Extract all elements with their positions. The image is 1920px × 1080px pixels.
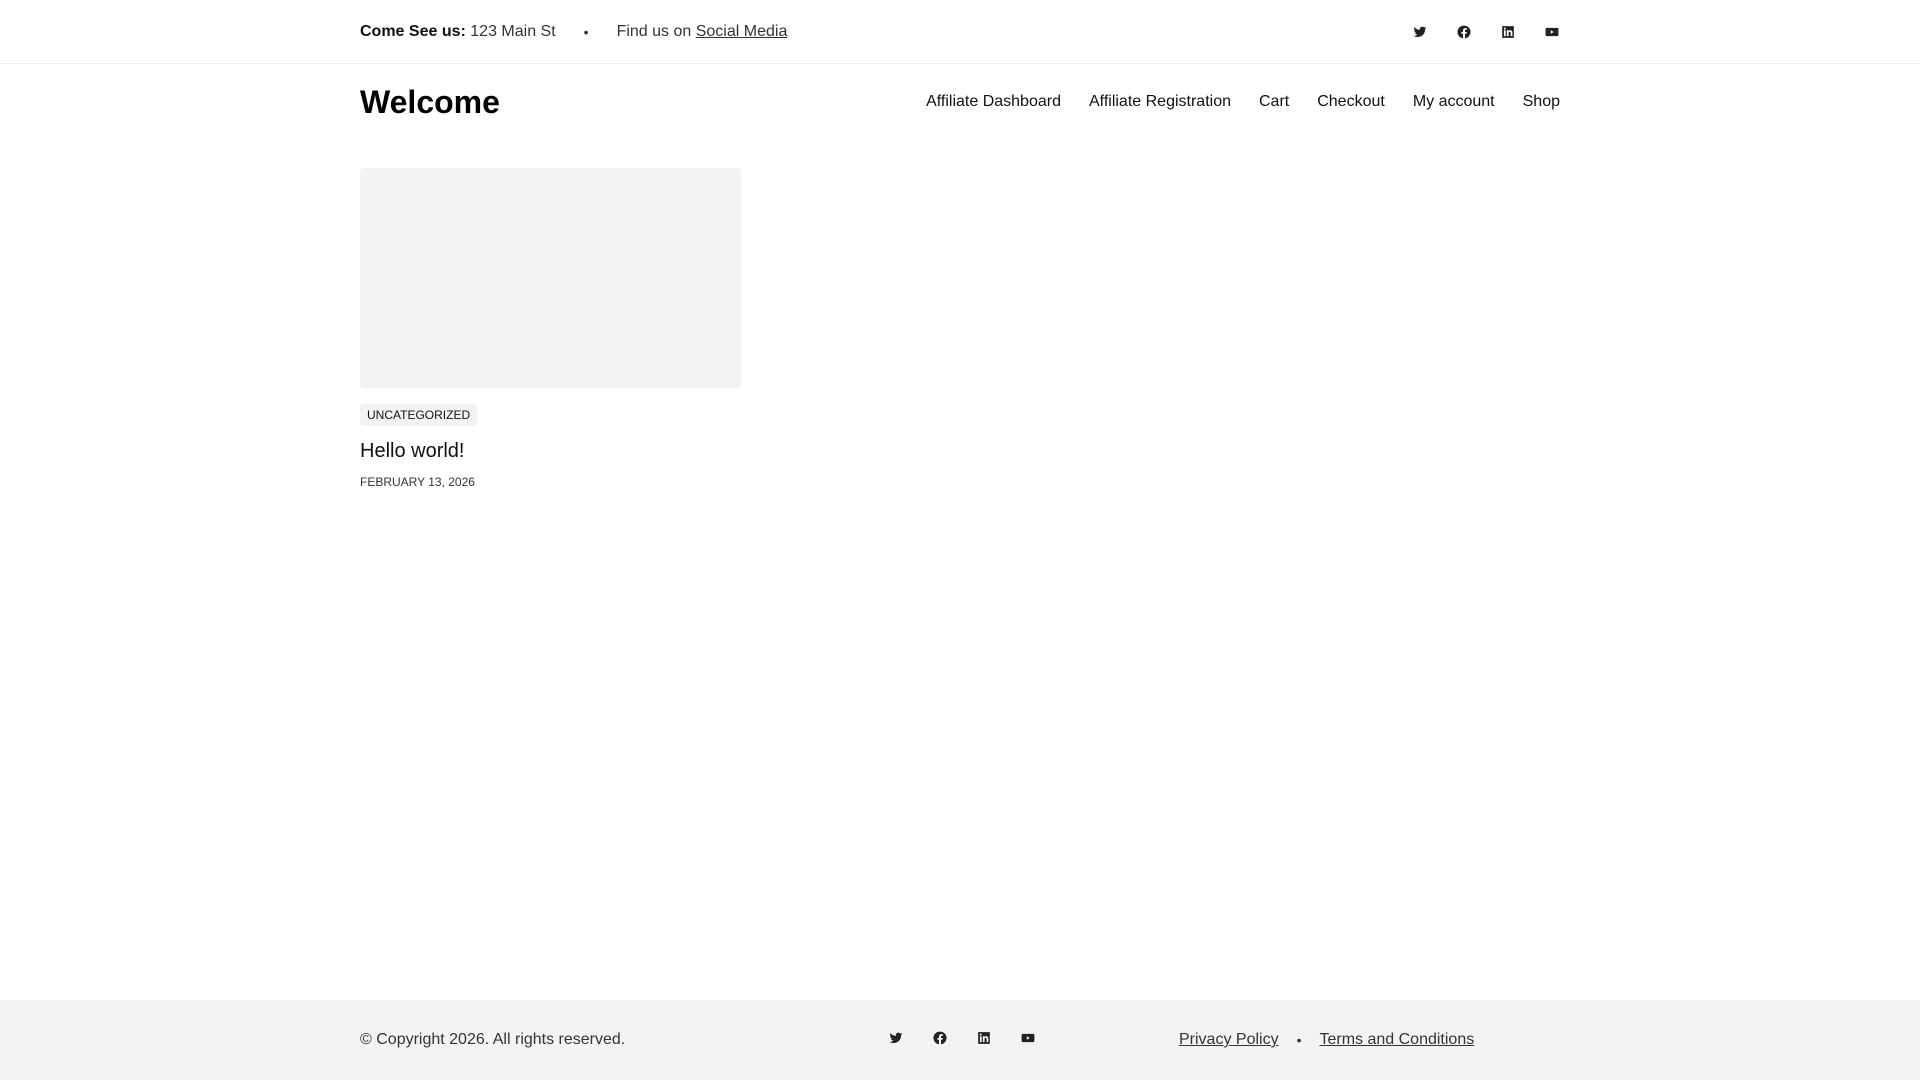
youtube-icon[interactable] (1544, 24, 1560, 40)
separator: • (1296, 1032, 1302, 1048)
twitter-icon[interactable] (1412, 24, 1428, 40)
main-nav: Affiliate Dashboard Affiliate Registrati… (926, 93, 1560, 111)
separator: • (583, 23, 589, 40)
top-bar: Come See us: 123 Main St • Find us on So… (0, 0, 1920, 64)
find-text: Find us on (616, 22, 692, 40)
site-title[interactable]: Welcome (360, 84, 500, 121)
nav-shop[interactable]: Shop (1523, 93, 1560, 111)
post-card: UNCATEGORIZED Hello world! FEBRUARY 13, … (360, 168, 741, 489)
linkedin-icon[interactable] (976, 1030, 992, 1046)
footer-links: Privacy Policy • Terms and Conditions (1179, 1031, 1474, 1049)
post-date: FEBRUARY 13, 2026 (360, 475, 475, 489)
nav-affiliate-registration[interactable]: Affiliate Registration (1089, 93, 1231, 111)
post-title[interactable]: Hello world! (360, 440, 741, 463)
twitter-icon[interactable] (888, 1030, 904, 1046)
site-header: Welcome Affiliate Dashboard Affiliate Re… (0, 64, 1920, 140)
address: 123 Main St (470, 22, 556, 40)
category-badge[interactable]: UNCATEGORIZED (360, 404, 478, 426)
youtube-icon[interactable] (1020, 1030, 1036, 1046)
social-icons (1412, 24, 1560, 40)
facebook-icon[interactable] (1456, 24, 1472, 40)
visit-label: Come See us: (360, 22, 466, 40)
post-thumbnail[interactable] (360, 168, 741, 388)
site-footer: © Copyright 2026. All rights reserved. P… (0, 1000, 1920, 1080)
nav-checkout[interactable]: Checkout (1317, 93, 1385, 111)
nav-my-account[interactable]: My account (1413, 93, 1495, 111)
footer-social-icons (888, 1030, 1036, 1046)
privacy-policy-link[interactable]: Privacy Policy (1179, 1031, 1279, 1049)
terms-link[interactable]: Terms and Conditions (1319, 1031, 1474, 1049)
copyright: © Copyright 2026. All rights reserved. (360, 1031, 626, 1048)
nav-affiliate-dashboard[interactable]: Affiliate Dashboard (926, 93, 1061, 111)
social-media-link[interactable]: Social Media (696, 23, 788, 41)
facebook-icon[interactable] (932, 1030, 948, 1046)
nav-cart[interactable]: Cart (1259, 93, 1289, 111)
linkedin-icon[interactable] (1500, 24, 1516, 40)
